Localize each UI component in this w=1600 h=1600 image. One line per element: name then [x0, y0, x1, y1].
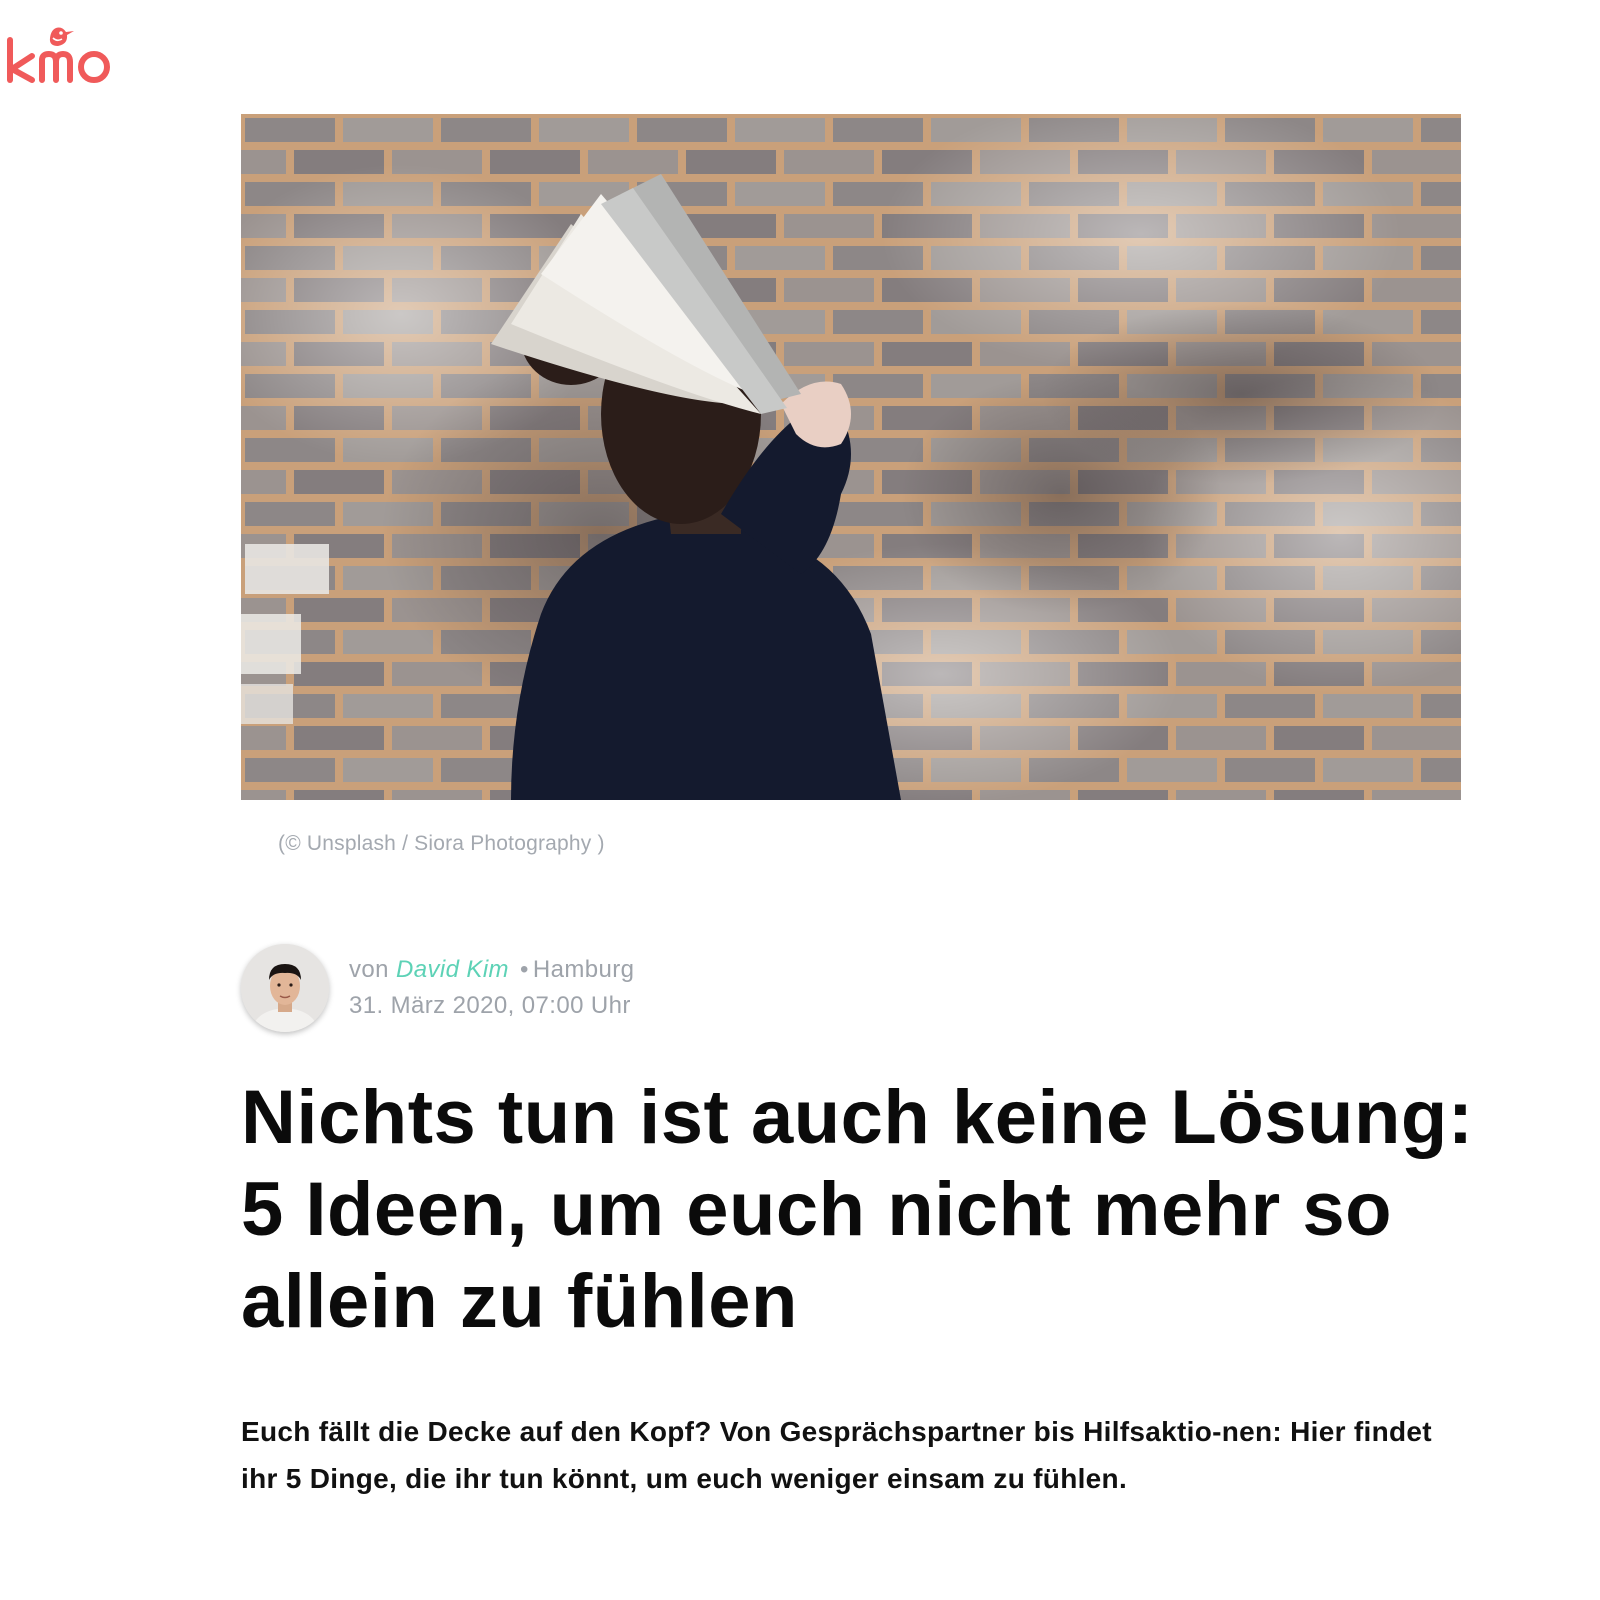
hero-image — [241, 114, 1461, 800]
author-meta: von David Kim • Hamburg 31. März 2020, 07… — [349, 956, 634, 1020]
article-title: Nichts tun ist auch keine Lösung: 5 Idee… — [241, 1075, 1474, 1344]
author-byline: von David Kim • Hamburg — [349, 956, 634, 984]
hero-photo-icon — [241, 114, 1461, 800]
avatar-icon — [241, 944, 329, 1032]
author-location: Hamburg — [532, 956, 635, 983]
publish-date: 31. März 2020, 07:00 Uhr — [349, 992, 631, 1019]
bird-icon — [49, 27, 74, 46]
byline-separator: • — [520, 956, 529, 983]
article-teaser: Euch fällt die Decke auf den Kopf? Von G… — [241, 1416, 1432, 1494]
logo-mark — [7, 27, 110, 83]
author-name-link[interactable]: David Kim — [396, 956, 509, 983]
image-caption: (© Unsplash / Siora Photography ) — [278, 832, 605, 855]
article-page: (© Unsplash / Siora Photography ) von Da… — [0, 0, 1600, 1600]
site-logo[interactable] — [4, 22, 116, 88]
byline-prefix: von — [349, 956, 389, 983]
author-block: von David Kim • Hamburg 31. März 2020, 07… — [241, 942, 634, 1034]
author-avatar[interactable] — [241, 944, 329, 1032]
